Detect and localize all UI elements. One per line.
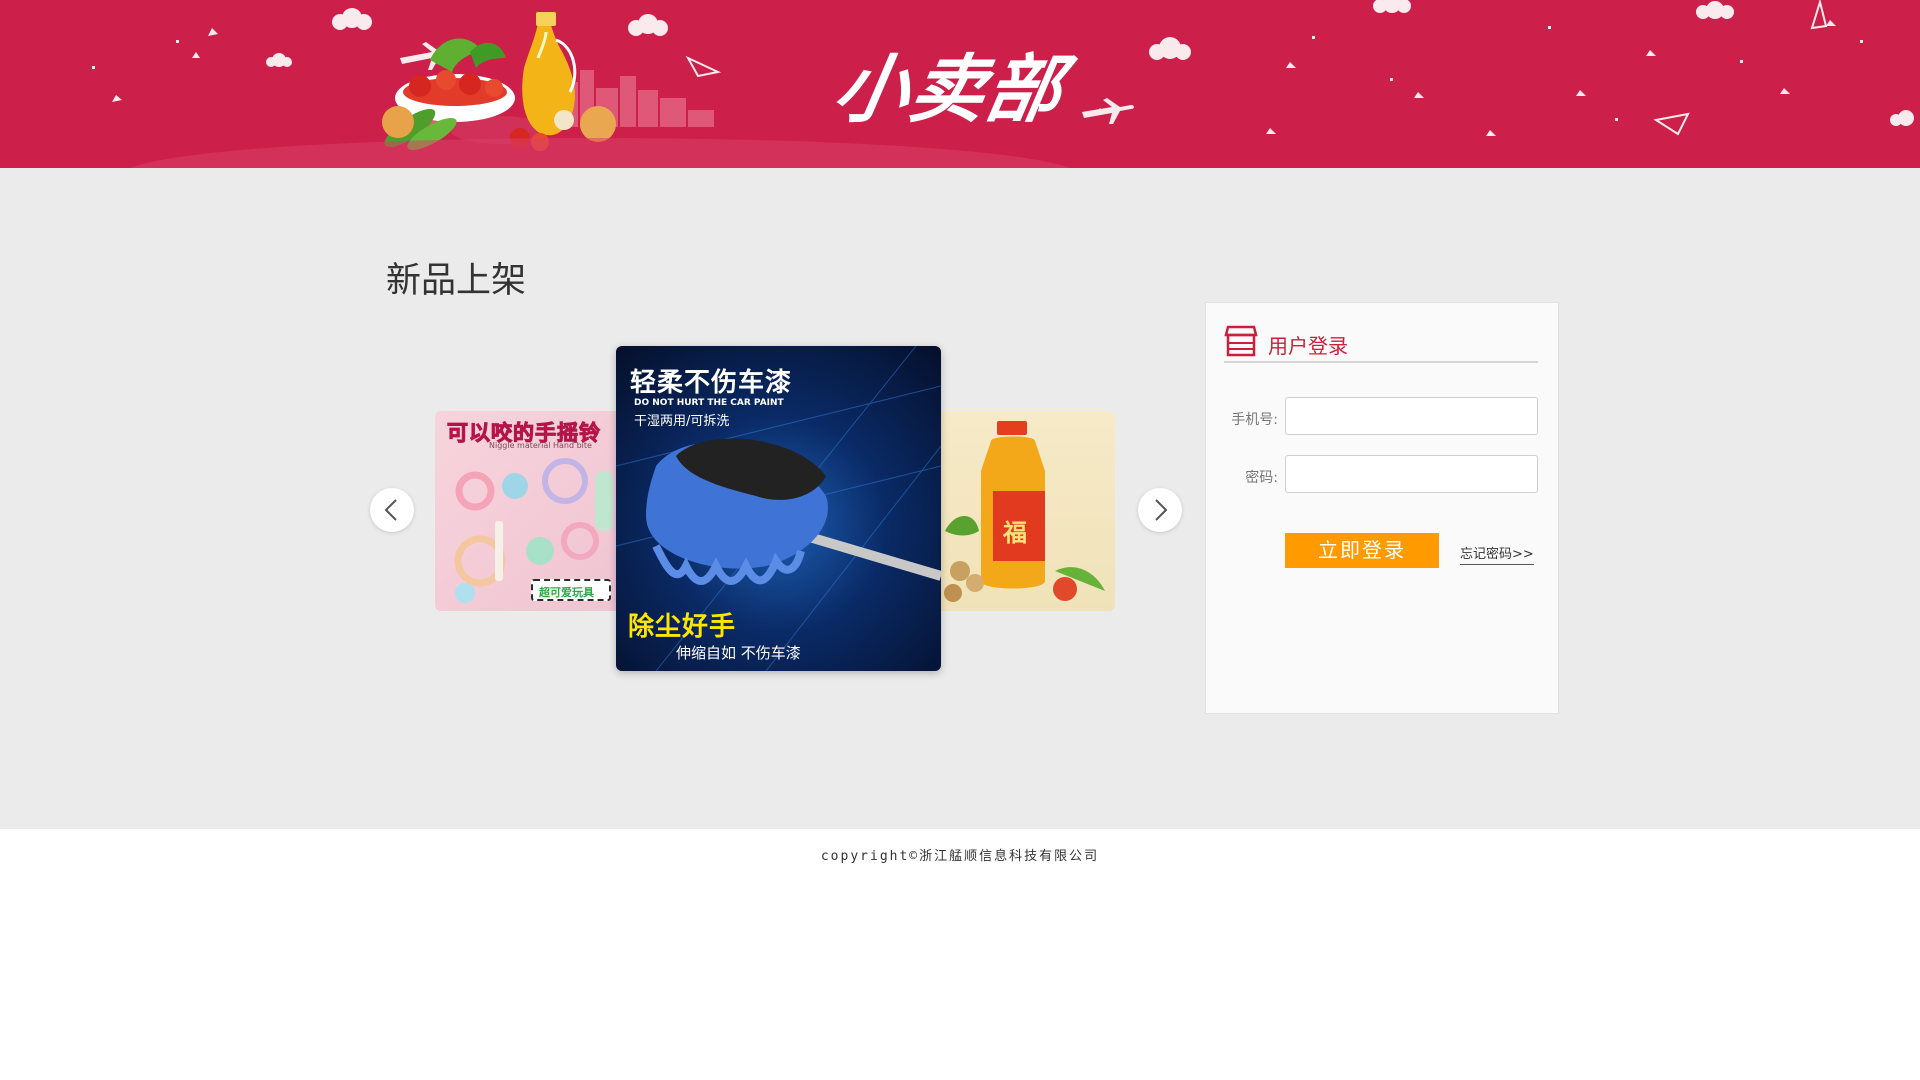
- carousel-slide-rattle[interactable]: 可以咬的手摇铃 Niggle material Hand bite 超可爱玩具: [435, 411, 620, 611]
- chevron-right-icon: [1155, 499, 1168, 521]
- slide-english-text: DO NOT HURT THE CAR PAINT: [634, 398, 784, 408]
- carousel-slide-duster[interactable]: 轻柔不伤车漆 DO NOT HURT THE CAR PAINT 干湿两用/可拆…: [616, 346, 941, 671]
- section-title: 新品上架: [386, 261, 527, 301]
- password-label: 密码:: [1245, 470, 1278, 486]
- main-content: 新品上架 可以咬的手摇铃 Niggle material Hand bite 超…: [0, 168, 1920, 829]
- login-panel: 用户登录 手机号: 密码: 立即登录 忘记密码>>: [1205, 302, 1559, 714]
- header-banner: 小卖部: [0, 0, 1920, 168]
- forgot-password-link[interactable]: 忘记密码>>: [1460, 543, 1534, 565]
- footer-copyright: copyright©浙江艋顺信息科技有限公司: [820, 849, 1100, 864]
- chevron-left-icon: [384, 499, 397, 521]
- phone-label: 手机号:: [1231, 412, 1278, 428]
- login-header: 用户登录: [1224, 323, 1538, 363]
- cooking-oil-image: [944, 421, 1105, 602]
- slide-bottom-headline: 除尘好手: [628, 612, 737, 642]
- slide-headline: 轻柔不伤车漆: [630, 368, 793, 398]
- carousel-prev-button[interactable]: [370, 488, 414, 532]
- carousel-next-button[interactable]: [1138, 488, 1182, 532]
- password-input[interactable]: [1285, 455, 1538, 493]
- login-title: 用户登录: [1268, 334, 1348, 358]
- site-logo[interactable]: 小卖部: [827, 30, 1074, 137]
- oil-brand-label: 福: [1003, 519, 1027, 547]
- slide-tagline: 干湿两用/可拆洗: [634, 414, 730, 429]
- slide-subcaption: Niggle material Hand bite: [489, 441, 592, 450]
- slide-bottom-tagline: 伸缩自如 不伤车漆: [676, 644, 801, 662]
- slide-sticker: 超可爱玩具: [531, 579, 611, 601]
- sticker-text: 超可爱玩具: [539, 586, 594, 599]
- product-carousel: 可以咬的手摇铃 Niggle material Hand bite 超可爱玩具 …: [370, 346, 1186, 676]
- phone-input[interactable]: [1285, 397, 1538, 435]
- carousel-slide-oil[interactable]: 福: [935, 411, 1115, 611]
- login-button[interactable]: 立即登录: [1285, 533, 1439, 568]
- shop-icon: [1224, 325, 1258, 357]
